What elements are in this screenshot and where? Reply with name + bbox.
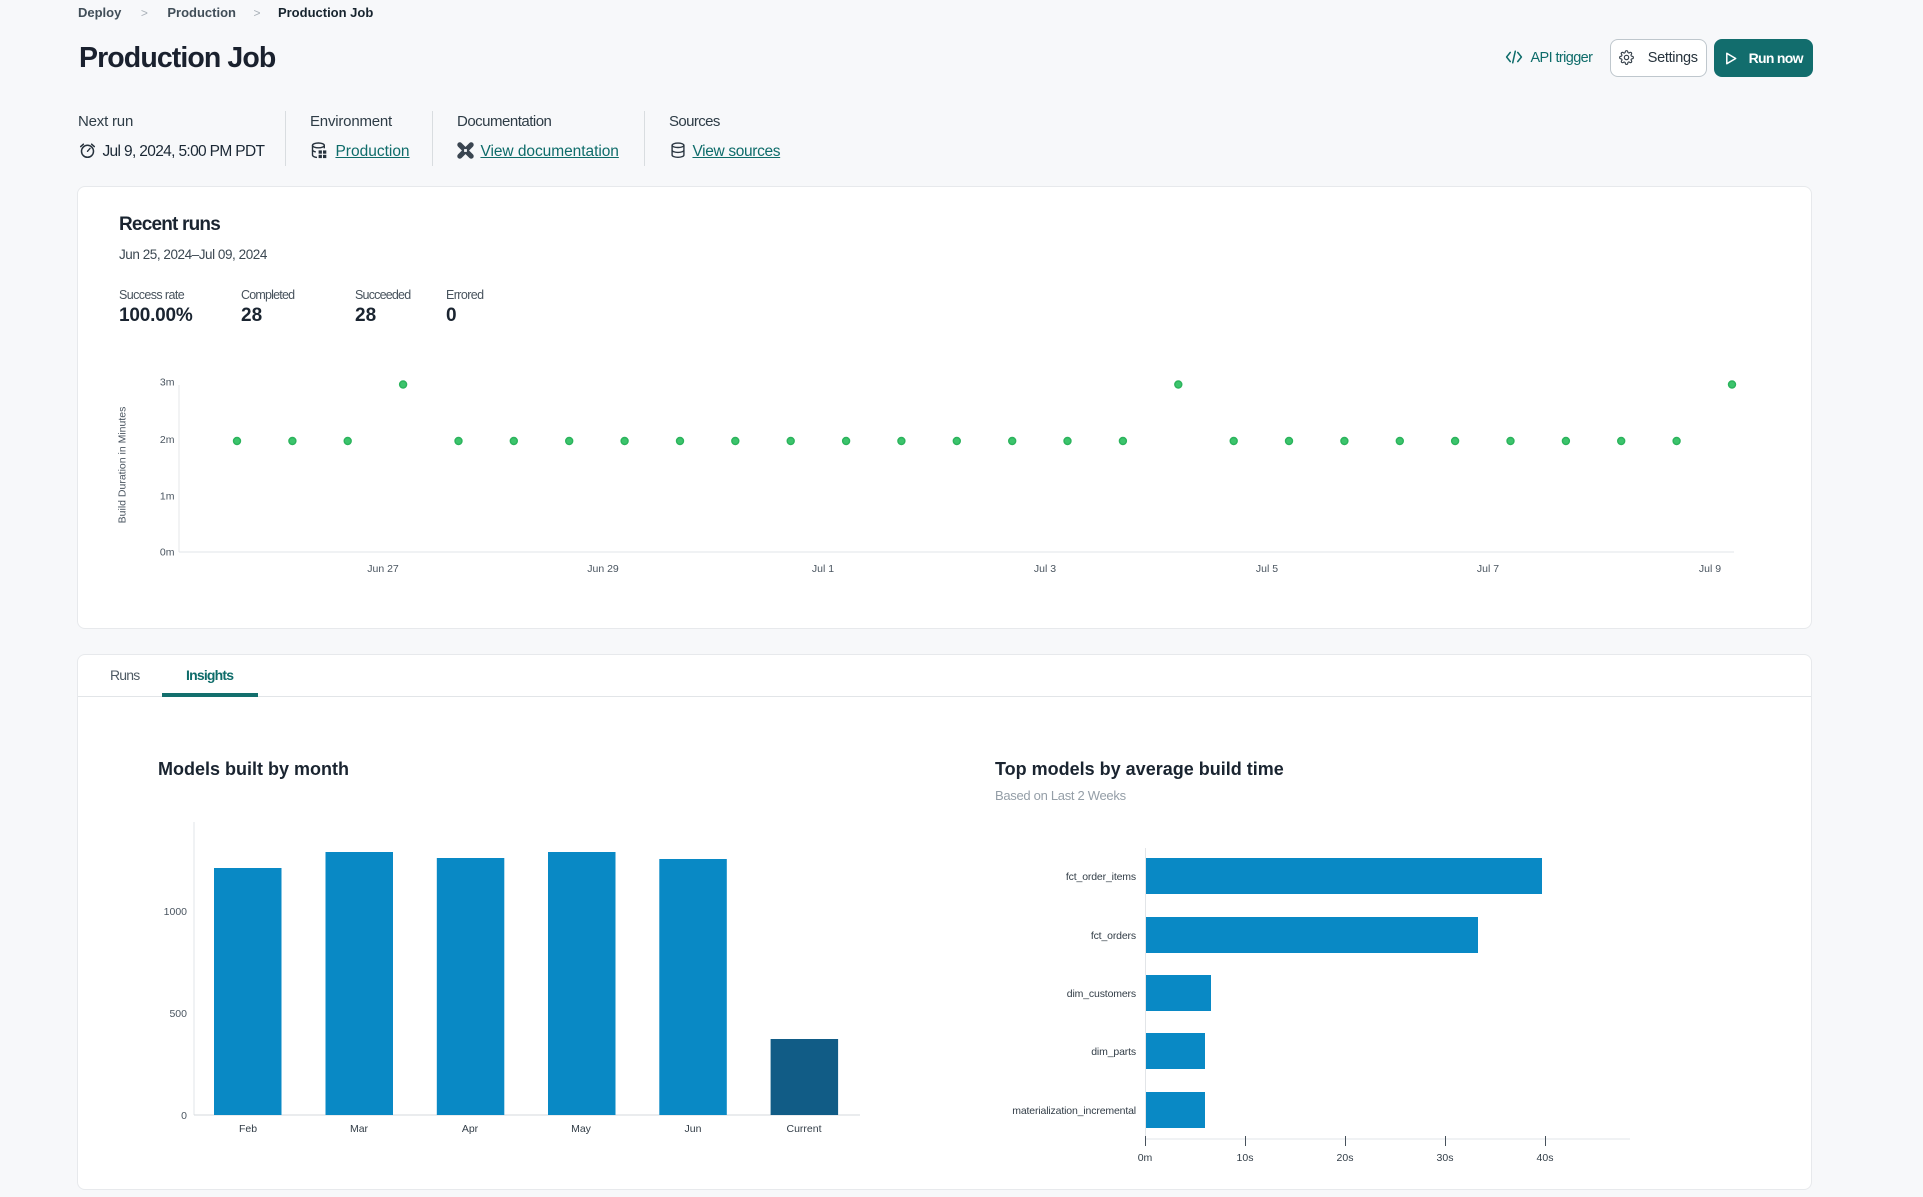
svg-text:Jul 5: Jul 5 — [1256, 563, 1278, 575]
svg-text:Jul 9: Jul 9 — [1699, 563, 1721, 575]
svg-text:10s: 10s — [1237, 1152, 1254, 1164]
svg-text:Feb: Feb — [239, 1123, 257, 1135]
svg-text:0: 0 — [181, 1110, 187, 1122]
svg-text:May: May — [571, 1123, 592, 1135]
svg-text:Build Duration in Minutes: Build Duration in Minutes — [117, 407, 129, 524]
svg-text:3m: 3m — [160, 377, 175, 389]
svg-text:Jul 1: Jul 1 — [812, 563, 834, 575]
svg-text:Jun 27: Jun 27 — [367, 563, 399, 575]
svg-text:Jul 7: Jul 7 — [1477, 563, 1499, 575]
svg-text:Current: Current — [786, 1123, 821, 1135]
svg-text:fct_orders: fct_orders — [1091, 930, 1136, 942]
svg-text:fct_order_items: fct_order_items — [1066, 871, 1136, 883]
svg-text:40s: 40s — [1537, 1152, 1554, 1164]
svg-text:20s: 20s — [1337, 1152, 1354, 1164]
svg-text:2m: 2m — [160, 434, 175, 446]
svg-text:dim_parts: dim_parts — [1091, 1046, 1136, 1058]
svg-text:materialization_incremental: materialization_incremental — [1012, 1105, 1136, 1117]
svg-text:1m: 1m — [160, 491, 175, 503]
svg-text:Mar: Mar — [350, 1123, 369, 1135]
svg-text:0m: 0m — [1138, 1152, 1153, 1164]
svg-text:Jul 3: Jul 3 — [1034, 563, 1056, 575]
svg-text:Jun 29: Jun 29 — [587, 563, 619, 575]
svg-text:30s: 30s — [1437, 1152, 1454, 1164]
svg-text:500: 500 — [169, 1008, 187, 1020]
svg-text:Jun: Jun — [685, 1123, 702, 1135]
svg-text:Apr: Apr — [462, 1123, 479, 1135]
svg-text:dim_customers: dim_customers — [1067, 988, 1136, 1000]
svg-text:0m: 0m — [160, 547, 175, 559]
svg-text:1000: 1000 — [164, 906, 188, 918]
